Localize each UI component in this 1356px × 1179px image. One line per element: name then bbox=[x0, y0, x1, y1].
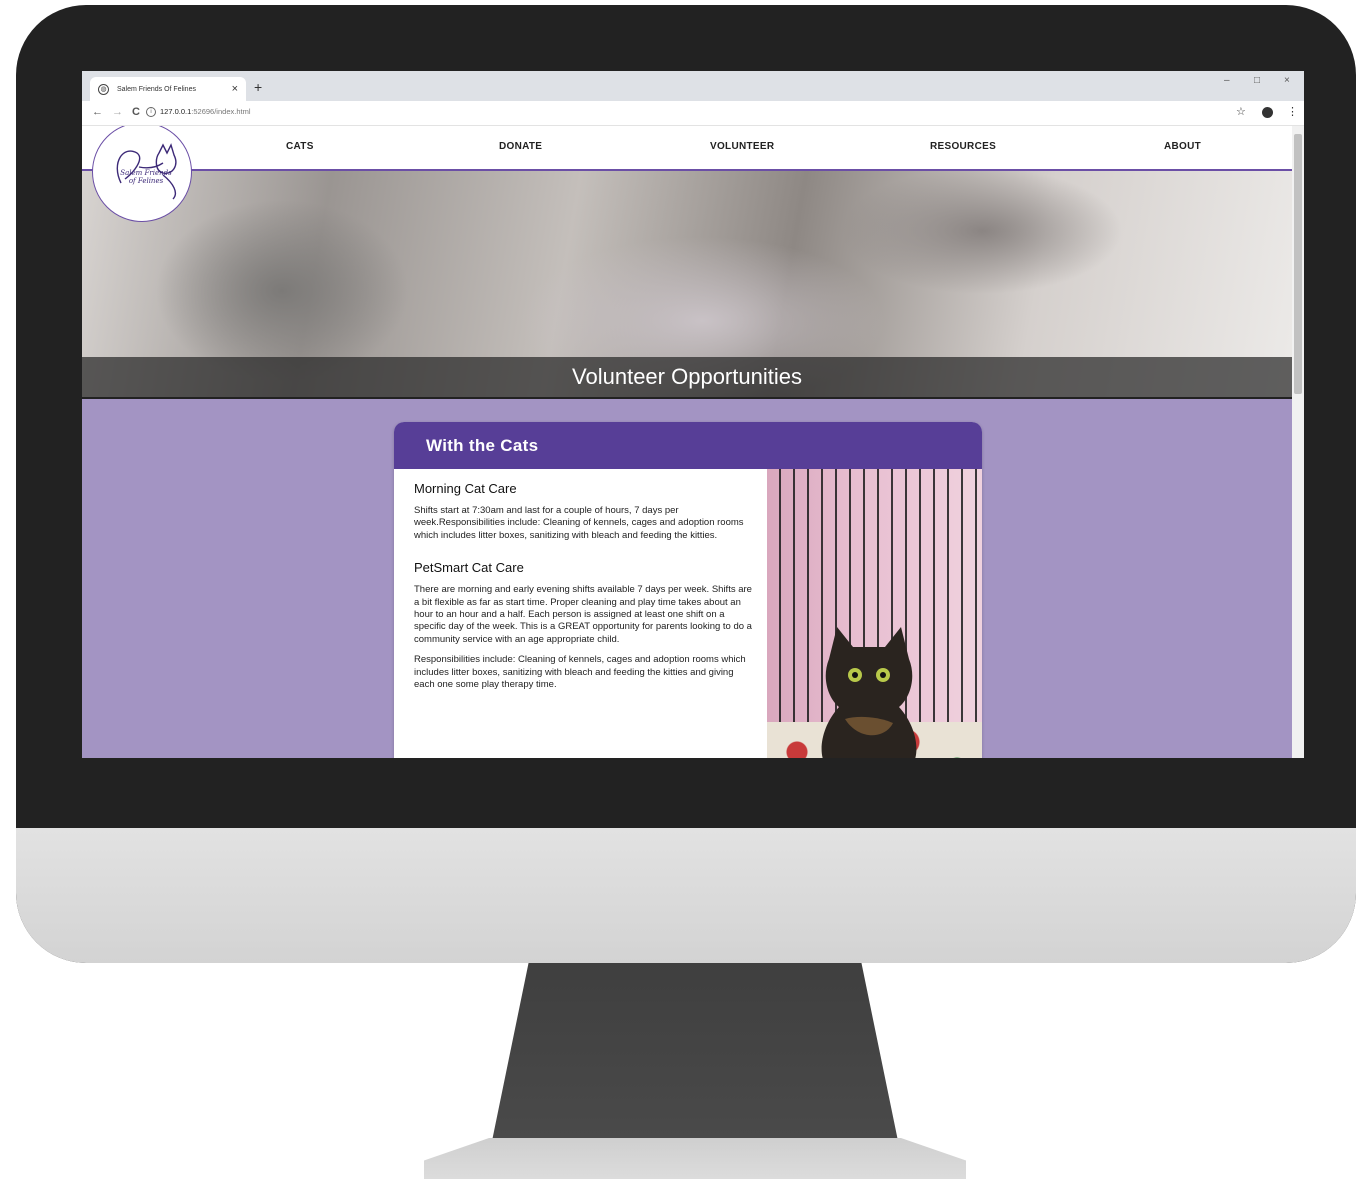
section-paragraph: There are morning and early evening shif… bbox=[414, 584, 752, 645]
url-path: :52696/index.html bbox=[191, 107, 251, 116]
browser-toolbar: ← → C i 127.0.0.1:52696/index.html ☆ ⋮ bbox=[82, 101, 1304, 126]
section-paragraph: Responsibilities include: Cleaning of ke… bbox=[414, 654, 746, 691]
logo-text: Salem Friends of Felines bbox=[111, 169, 181, 185]
browser-window: ◍ Salem Friends Of Felines × + – □ × ← →… bbox=[82, 71, 1304, 758]
logo-text-line2: of Felines bbox=[128, 177, 164, 185]
browser-menu-icon[interactable]: ⋮ bbox=[1287, 105, 1298, 119]
site-navbar: CATS DONATE VOLUNTEER RESOURCES ABOUT bbox=[82, 126, 1292, 171]
logo-text-line1: Salem Friends bbox=[120, 169, 172, 177]
page-viewport: CATS DONATE VOLUNTEER RESOURCES ABOUT Vo… bbox=[82, 126, 1292, 758]
hero-banner: Volunteer Opportunities bbox=[82, 171, 1292, 399]
new-tab-button[interactable]: + bbox=[254, 79, 262, 95]
page-scrollbar[interactable] bbox=[1292, 126, 1304, 758]
info-icon[interactable]: i bbox=[146, 107, 156, 117]
globe-icon: ◍ bbox=[98, 83, 109, 95]
section-title-morning: Morning Cat Care bbox=[414, 481, 517, 496]
minimize-button[interactable]: – bbox=[1224, 75, 1230, 87]
tab-strip: ◍ Salem Friends Of Felines × + – □ × bbox=[82, 71, 1304, 101]
forward-button[interactable]: → bbox=[112, 105, 123, 119]
card-text: Morning Cat Care Shifts start at 7:30am … bbox=[414, 481, 752, 699]
section-paragraph: Shifts start at 7:30am and last for a co… bbox=[414, 505, 744, 541]
card-body: Morning Cat Care Shifts start at 7:30am … bbox=[394, 469, 982, 758]
section-title-petsmart: PetSmart Cat Care bbox=[414, 560, 524, 576]
close-window-button[interactable]: × bbox=[1284, 75, 1290, 87]
nav-link-volunteer[interactable]: VOLUNTEER bbox=[710, 141, 774, 152]
card-title: With the Cats bbox=[426, 436, 539, 455]
nav-link-resources[interactable]: RESOURCES bbox=[930, 141, 996, 152]
reload-button[interactable]: C bbox=[132, 105, 140, 119]
monitor-base bbox=[424, 1138, 966, 1179]
page-title: Volunteer Opportunities bbox=[572, 364, 802, 389]
url-host: 127.0.0.1 bbox=[160, 107, 192, 116]
cat-image bbox=[821, 627, 917, 758]
back-button[interactable]: ← bbox=[92, 105, 103, 119]
bookmark-star-icon[interactable]: ☆ bbox=[1236, 105, 1246, 119]
nav-link-about[interactable]: ABOUT bbox=[1164, 141, 1201, 152]
nav-link-donate[interactable]: DONATE bbox=[499, 141, 542, 152]
volunteer-card: With the Cats Morning Cat Care Shifts st… bbox=[394, 422, 982, 758]
nav-link-cats[interactable]: CATS bbox=[286, 141, 314, 152]
site-logo[interactable]: Salem Friends of Felines bbox=[92, 126, 192, 222]
scrollbar-thumb[interactable] bbox=[1294, 134, 1302, 394]
monitor-chin bbox=[16, 828, 1356, 963]
address-bar[interactable]: 127.0.0.1:52696/index.html bbox=[160, 106, 251, 118]
browser-tab[interactable]: ◍ Salem Friends Of Felines × bbox=[90, 77, 246, 101]
tab-title: Salem Friends Of Felines bbox=[117, 85, 196, 93]
cat-photo bbox=[767, 469, 982, 758]
maximize-button[interactable]: □ bbox=[1254, 75, 1260, 87]
hero-title-band: Volunteer Opportunities bbox=[82, 357, 1292, 399]
monitor-stand bbox=[492, 963, 898, 1141]
card-header: With the Cats bbox=[394, 422, 982, 469]
profile-icon[interactable] bbox=[1262, 107, 1273, 118]
close-tab-icon[interactable]: × bbox=[232, 82, 238, 96]
